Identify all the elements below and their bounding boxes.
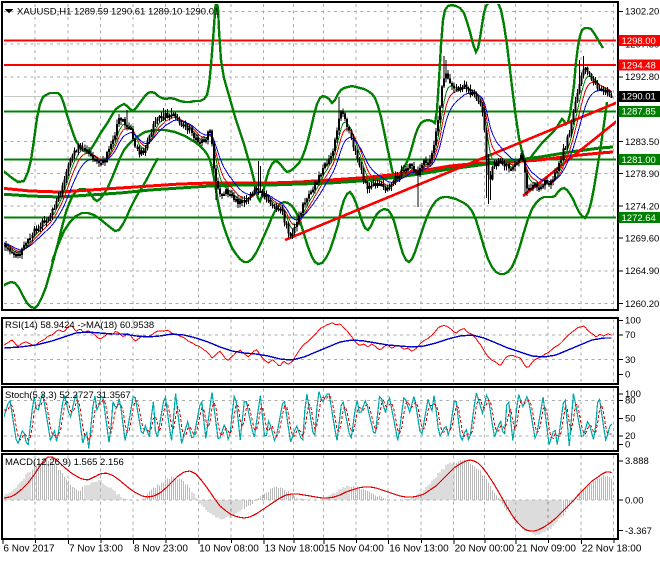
svg-text:80: 80 [625, 396, 636, 407]
svg-text:1272.64: 1272.64 [622, 213, 656, 224]
svg-text:RSI(14) 58.9424 ->MA(18) 60.9: RSI(14) 58.9424 ->MA(18) 60.9538 [5, 320, 154, 331]
svg-text:0: 0 [625, 370, 630, 381]
svg-text:1290.01: 1290.01 [622, 92, 656, 103]
svg-text:6 Nov 2017: 6 Nov 2017 [3, 544, 55, 555]
svg-text:1298.00: 1298.00 [622, 36, 656, 47]
svg-text:1274.20: 1274.20 [625, 201, 659, 212]
svg-text:15 Nov 04:00: 15 Nov 04:00 [324, 544, 384, 555]
svg-text:1302.20: 1302.20 [625, 7, 659, 18]
svg-text:1281.00: 1281.00 [622, 155, 656, 166]
svg-text:22 Nov 18:00: 22 Nov 18:00 [582, 544, 642, 555]
svg-text:Stoch(5,3,3) 52.2727 31.3567: Stoch(5,3,3) 52.2727 31.3567 [5, 390, 131, 401]
svg-text:XAUUSD,H1 1289.59 1290.61 128: XAUUSD,H1 1289.59 1290.61 1289.10 1290.0… [17, 7, 219, 18]
svg-text:0.00: 0.00 [625, 495, 644, 506]
svg-text:1287.85: 1287.85 [622, 107, 656, 118]
svg-text:16 Nov 13:00: 16 Nov 13:00 [389, 544, 449, 555]
svg-text:-3.367: -3.367 [625, 526, 652, 537]
svg-text:100: 100 [625, 316, 641, 327]
svg-text:70: 70 [625, 330, 636, 341]
svg-text:8 Nov 23:00: 8 Nov 23:00 [134, 544, 188, 555]
svg-text:10 Nov 08:00: 10 Nov 08:00 [199, 544, 259, 555]
svg-text:1269.60: 1269.60 [625, 233, 659, 244]
svg-text:1260.20: 1260.20 [625, 299, 659, 310]
svg-text:7 Nov 13:00: 7 Nov 13:00 [69, 544, 123, 555]
svg-text:1264.90: 1264.90 [625, 266, 659, 277]
svg-text:1278.90: 1278.90 [625, 169, 659, 180]
svg-text:13 Nov 18:00: 13 Nov 18:00 [265, 544, 325, 555]
svg-text:30: 30 [625, 355, 636, 366]
svg-text:0: 0 [625, 440, 630, 451]
svg-text:1294.48: 1294.48 [622, 61, 656, 72]
svg-text:20 Nov 00:00: 20 Nov 00:00 [455, 544, 515, 555]
svg-text:50: 50 [625, 414, 636, 425]
svg-text:21 Nov 09:00: 21 Nov 09:00 [517, 544, 577, 555]
svg-text:1283.50: 1283.50 [625, 137, 659, 148]
svg-text:MACD(12,26,9) 1.565 2.156: MACD(12,26,9) 1.565 2.156 [5, 457, 124, 468]
svg-text:1292.80: 1292.80 [625, 72, 659, 83]
svg-text:3.888: 3.888 [625, 456, 649, 467]
